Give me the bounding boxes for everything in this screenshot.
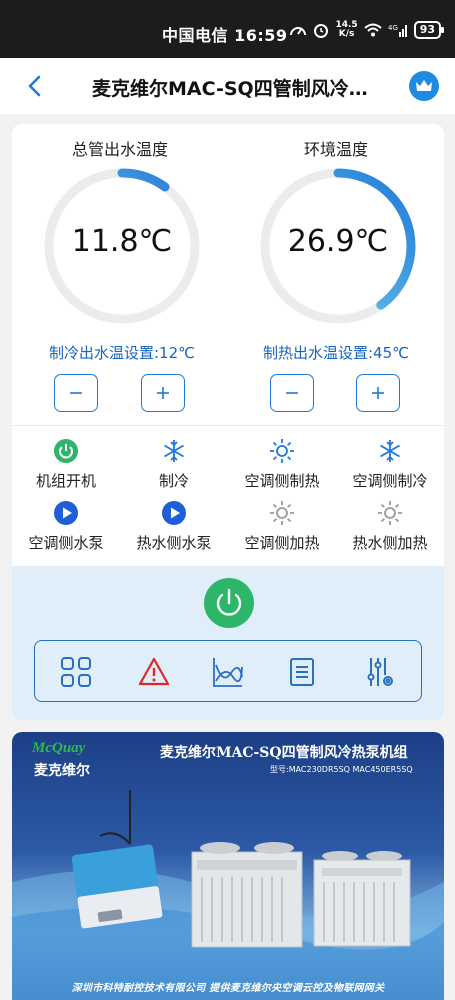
cooling-setpoint-label: 制冷出水温设置:12℃ (49, 344, 195, 362)
status-hotwater-pump: 热水侧水泵 (120, 500, 228, 553)
status-label: 制冷 (158, 472, 189, 490)
battery-indicator: 93 (413, 21, 445, 39)
banner-footer: 深圳市科特耐控技术有限公司 提供麦克维尔央空调云控及物联网网关 (71, 983, 385, 994)
control-panel (12, 566, 444, 720)
plus-icon (372, 387, 384, 399)
alarm-clock-icon (314, 24, 329, 38)
signal-4g-icon: 4G (388, 24, 407, 37)
gauge-title-outlet-temp: 总管出水温度 (71, 140, 168, 159)
crown-icon (416, 80, 432, 91)
heat-pump-unit-small (313, 851, 411, 947)
settings-sliders-icon[interactable] (363, 655, 397, 689)
status-label: 机组开机 (35, 472, 96, 490)
page-title: 麦克维尔MAC-SQ四管制风冷… (92, 78, 368, 100)
product-illustration (12, 790, 444, 1000)
status-ac-heater: 空调侧加热 (228, 500, 336, 553)
status-label: 空调侧加热 (244, 534, 320, 552)
status-label: 空调侧水泵 (28, 534, 104, 552)
svg-text:4G: 4G (388, 24, 398, 32)
status-label: 热水侧水泵 (136, 534, 212, 552)
status-ac-pump: 空调侧水泵 (12, 500, 120, 553)
trend-chart-icon[interactable] (211, 655, 245, 689)
control-card: 总管出水温度 11.8℃ 环境温度 26.9℃ 制冷出水温设置:12℃ 制热出水… (12, 124, 444, 720)
gateway-device (71, 844, 163, 929)
list-document-icon[interactable] (285, 655, 319, 689)
power-icon (216, 588, 242, 616)
grid-icon[interactable] (59, 655, 93, 689)
minus-icon (286, 392, 298, 394)
speedometer-icon (290, 27, 307, 36)
heating-setpoint-label: 制热出水温设置:45℃ (263, 344, 409, 362)
power-on-icon (54, 439, 78, 463)
gauge-title-ambient-temp: 环境温度 (303, 140, 368, 159)
product-banner[interactable]: McQuay 麦克维尔 麦克维尔MAC-SQ四管制风冷热泵机组 型号:MAC23… (12, 732, 444, 1000)
play-pump-icon (162, 501, 186, 525)
status-bar: 中国电信 16:59 14.5 K/s 4G 93 (0, 0, 455, 58)
status-label: 热水侧加热 (352, 534, 428, 552)
status-ac-cooling: 空调侧制冷 (336, 438, 444, 491)
alarm-warning-icon[interactable] (137, 655, 171, 689)
vip-crown-button[interactable] (409, 71, 439, 101)
minus-icon (70, 392, 82, 394)
app-header: 麦克维尔MAC-SQ四管制风冷… (0, 58, 455, 114)
back-arrow-icon[interactable] (22, 72, 50, 100)
outlet-temp-value: 11.8℃ (71, 224, 173, 259)
status-label: 空调侧制冷 (352, 472, 428, 490)
wifi-icon (364, 23, 382, 37)
snowflake-icon (380, 440, 400, 462)
sun-icon (270, 439, 294, 463)
status-label: 空调侧制热 (244, 472, 320, 490)
heating-decrease-button[interactable] (270, 374, 314, 412)
speed-unit: K/s (338, 29, 355, 39)
function-toolbar (34, 640, 422, 702)
divider (12, 425, 444, 426)
status-hotwater-heater: 热水侧加热 (336, 500, 444, 553)
ambient-temp-value: 26.9℃ (287, 224, 389, 259)
status-unit-power: 机组开机 (12, 438, 120, 491)
heat-pump-unit-large (191, 842, 303, 948)
carrier-time: 中国电信 16:59 (162, 26, 288, 45)
plus-icon (157, 387, 169, 399)
status-ac-heating: 空调侧制热 (228, 438, 336, 491)
power-toggle-button[interactable] (204, 578, 254, 628)
sun-icon (270, 501, 294, 525)
heating-increase-button[interactable] (356, 374, 400, 412)
cooling-increase-button[interactable] (141, 374, 185, 412)
status-icons: 14.5 K/s 4G 93 (289, 21, 445, 39)
snowflake-icon (164, 440, 184, 462)
status-cooling: 制冷 (120, 438, 228, 491)
network-speed: 14.5 K/s (335, 21, 357, 39)
play-pump-icon (54, 501, 78, 525)
cooling-decrease-button[interactable] (54, 374, 98, 412)
antenna-icon (99, 790, 131, 845)
sun-icon (378, 501, 402, 525)
